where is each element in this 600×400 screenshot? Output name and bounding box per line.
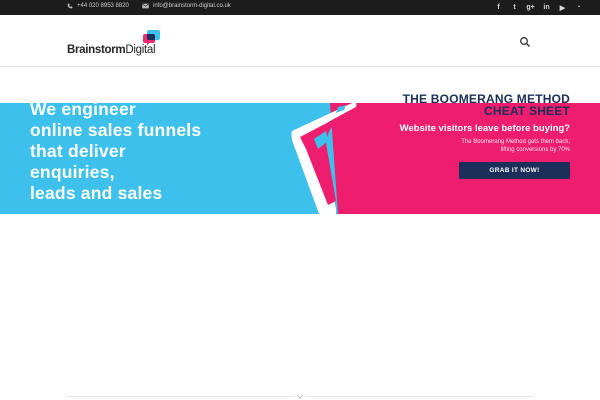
cheat-title-line: CHEAT SHEET	[484, 104, 570, 118]
cheat-body-line: lifting conversions by 70%	[500, 147, 570, 153]
headline-line: online sales funnels	[30, 120, 202, 140]
rss-icon[interactable]: ◔	[571, 2, 586, 13]
envelope-icon	[142, 3, 149, 9]
speech-bubbles-icon	[143, 30, 160, 46]
cheat-body-line: The Boomerang Method gets them back,	[461, 139, 570, 145]
email-contact[interactable]: info@brainstorm-digital.co.uk	[142, 3, 231, 9]
social-links: f t g+ in ▶ ◔	[490, 2, 586, 13]
cheat-sheet-body: The Boomerang Method gets them back, lif…	[420, 138, 570, 154]
google-plus-icon[interactable]: g+	[523, 2, 538, 13]
hero-headline: We engineer online sales funnels that de…	[30, 99, 201, 204]
facebook-icon[interactable]: f	[491, 2, 506, 13]
phone-icon	[67, 3, 73, 9]
search-icon[interactable]	[519, 36, 531, 48]
cheat-sheet-subtitle: Website visitors leave before buying?	[399, 123, 570, 134]
phone-number: +44 020 8953 8820	[77, 3, 129, 9]
linkedin-icon[interactable]: in	[539, 2, 554, 13]
email-address: info@brainstorm-digital.co.uk	[153, 3, 231, 9]
site-header: BrainstormDigital	[0, 15, 600, 67]
phone-contact[interactable]: +44 020 8953 8820	[67, 3, 129, 9]
cheat-sheet-title: THE BOOMERANG METHOD CHEAT SHEET	[403, 93, 570, 117]
top-bar: +44 020 8953 8820 info@brainstorm-digita…	[0, 0, 600, 15]
headline-line: We engineer	[30, 99, 136, 119]
grab-it-now-button[interactable]: GRAB IT NOW!	[459, 162, 570, 179]
logo-wordmark: BrainstormDigital	[67, 43, 156, 56]
headline-line: enquiries,	[30, 162, 115, 182]
twitter-icon[interactable]: t	[507, 2, 522, 13]
chevron-down-icon[interactable]	[294, 392, 306, 400]
brand-logo[interactable]: BrainstormDigital	[67, 28, 160, 58]
headline-line: leads and sales	[30, 183, 163, 203]
hero-banner: We engineer online sales funnels that de…	[0, 93, 600, 219]
youtube-icon[interactable]: ▶	[555, 2, 570, 13]
headline-line: that deliver	[30, 141, 126, 161]
boomerang-graphic	[291, 102, 357, 219]
